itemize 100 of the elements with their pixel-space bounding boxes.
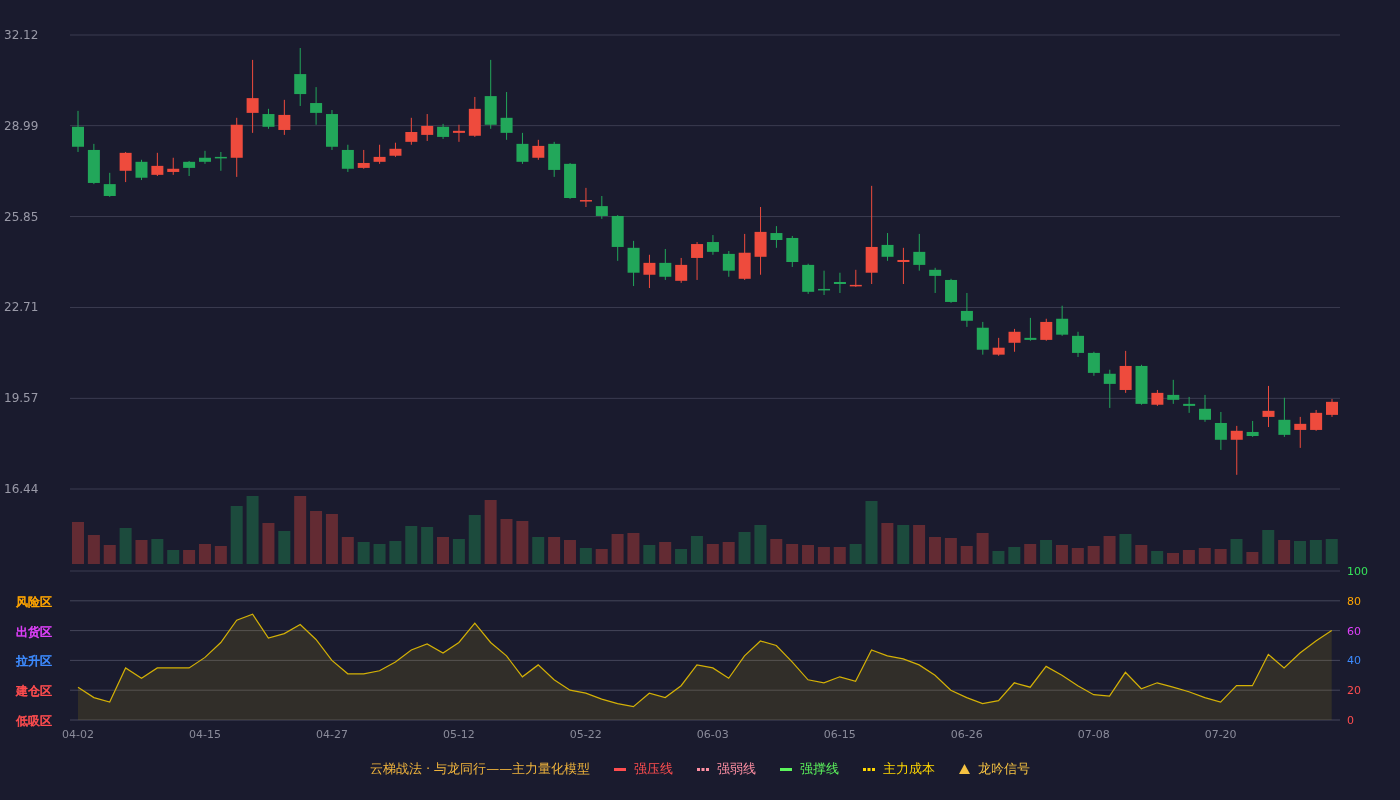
zone-label: 出货区	[16, 624, 52, 639]
candlestick	[1008, 328, 1021, 353]
axis-label: 06-26	[950, 728, 983, 741]
volume-bar	[532, 537, 545, 564]
candlestick	[389, 142, 402, 158]
axis-label: 05-12	[442, 728, 475, 741]
candlestick	[913, 233, 926, 272]
candlestick	[341, 144, 354, 173]
volume-bar	[87, 535, 100, 564]
candlestick	[183, 160, 196, 177]
candlestick	[1056, 305, 1069, 337]
volume-bar	[1325, 539, 1338, 564]
volume-bar	[1103, 536, 1116, 564]
volume-bar	[310, 511, 323, 564]
legend-label: 主力成本	[883, 760, 936, 779]
candlestick	[119, 151, 132, 183]
candlestick	[722, 250, 735, 278]
candlestick	[1230, 425, 1243, 476]
axis-label: 22.71	[4, 300, 39, 315]
volume-bar	[1167, 553, 1180, 564]
candlestick	[833, 272, 846, 294]
volume-bar	[690, 536, 703, 564]
volume-bar	[992, 551, 1005, 564]
candlestick	[564, 162, 577, 200]
volume-bar	[1119, 534, 1132, 564]
candlestick	[468, 96, 481, 138]
axis-label: 80	[1347, 594, 1361, 608]
volume-bar	[500, 519, 513, 564]
volume-bar	[1214, 549, 1227, 564]
volume-bar	[1135, 545, 1148, 564]
candlestick	[754, 206, 767, 276]
zone-label: 建仓区	[16, 684, 52, 699]
candlestick	[1294, 416, 1307, 449]
volume-bar	[579, 548, 592, 564]
candlestick	[1262, 385, 1275, 428]
candlestick	[611, 214, 624, 262]
volume-bar	[1182, 550, 1195, 564]
volume-bar	[1024, 544, 1037, 564]
candlestick	[1135, 364, 1148, 406]
volume-bar	[960, 546, 973, 564]
candlestick	[516, 132, 529, 165]
volume-bar	[1087, 546, 1100, 564]
volume-bar	[183, 550, 196, 564]
candlestick	[802, 263, 815, 295]
volume-bar	[421, 527, 434, 564]
candlestick	[262, 108, 275, 130]
axis-label: 06-03	[696, 728, 729, 741]
candlestick	[452, 124, 465, 143]
candlestick	[1119, 350, 1132, 394]
volume-bar	[119, 528, 132, 564]
volume-bar	[373, 544, 386, 564]
legend-label: 强压线	[634, 760, 674, 779]
candlestick	[992, 337, 1005, 357]
candlestick	[1087, 351, 1100, 377]
candlestick	[897, 247, 910, 285]
candlestick	[706, 234, 719, 256]
volume-bar	[976, 533, 989, 564]
volume-bar	[675, 549, 688, 564]
volume-bar	[389, 541, 402, 564]
candlestick	[818, 270, 831, 296]
candlestick	[532, 139, 545, 161]
volume-bar	[452, 539, 465, 564]
candlestick	[326, 109, 338, 151]
axis-label: 40	[1347, 654, 1361, 668]
candlestick	[627, 240, 640, 287]
candlestick	[1040, 318, 1053, 342]
volume-bar	[151, 539, 164, 564]
axis-label: 06-15	[823, 728, 856, 741]
candlestick	[357, 149, 370, 170]
legend-label: 龙吟信号	[978, 760, 1031, 779]
candlestick	[1103, 369, 1116, 409]
candlestick	[421, 113, 434, 142]
candlestick	[1167, 379, 1180, 405]
axis-label: 16.44	[4, 482, 39, 496]
volume-bar	[786, 544, 799, 564]
volume-bar	[548, 537, 561, 564]
candlestick	[500, 91, 513, 141]
candlestick	[643, 254, 656, 289]
volume-bar	[849, 544, 862, 564]
volume-bar	[865, 501, 878, 564]
volume-bar	[802, 545, 814, 564]
volume-bar	[1294, 541, 1306, 564]
axis-label: 19.57	[4, 391, 39, 406]
volume-bar	[325, 514, 338, 564]
candlestick	[579, 187, 592, 208]
zone-label: 拉升区	[16, 654, 52, 669]
candlestick	[1072, 331, 1085, 358]
legend-label: 强弱线	[717, 760, 757, 779]
candlestick	[167, 157, 180, 176]
candlestick	[945, 278, 958, 304]
candlestick	[738, 233, 751, 281]
volume-bar	[897, 525, 910, 564]
candlestick	[1024, 317, 1037, 342]
axis-label: 20	[1347, 684, 1361, 698]
volume-bar	[913, 525, 926, 564]
axis-label: 0	[1347, 714, 1354, 727]
candlestick	[278, 99, 291, 136]
volume-bar	[484, 500, 497, 564]
candlestick	[230, 117, 243, 178]
volume-bar	[659, 542, 672, 564]
